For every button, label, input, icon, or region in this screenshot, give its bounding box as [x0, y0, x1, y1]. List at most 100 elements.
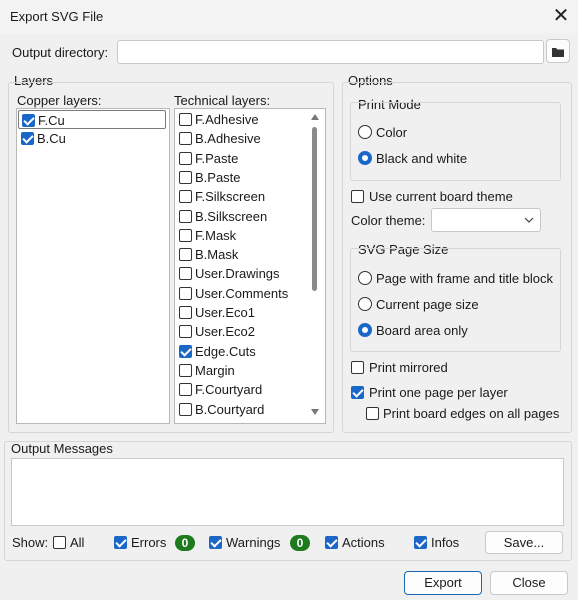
board-edges-label[interactable]: Print board edges on all pages	[383, 406, 559, 421]
radio-board-area-label[interactable]: Board area only	[376, 323, 468, 338]
color-theme-label: Color theme:	[351, 213, 426, 228]
layer-name: F.Silkscreen	[195, 189, 266, 205]
show-errors-label[interactable]: Errors	[131, 535, 166, 550]
layer-list-item[interactable]: Margin	[176, 361, 306, 380]
layer-list-item[interactable]: F.Mask	[176, 226, 306, 245]
board-edges-checkbox[interactable]	[366, 407, 379, 420]
layer-checkbox[interactable]	[179, 267, 192, 281]
radio-current-page-label[interactable]: Current page size	[376, 297, 479, 312]
layer-checkbox[interactable]	[179, 228, 192, 242]
show-infos-label[interactable]: Infos	[431, 535, 459, 550]
layer-list-item[interactable]: B.Adhesive	[176, 129, 306, 148]
scroll-down-icon[interactable]	[311, 409, 319, 415]
technical-layers-list[interactable]: F.Adhesive B.Adhesive F.Paste B.Paste F.Silk…	[174, 108, 326, 424]
use-board-theme-label[interactable]: Use current board theme	[369, 189, 513, 204]
use-board-theme-checkbox[interactable]	[351, 190, 364, 203]
layer-name: B.Silkscreen	[195, 208, 268, 224]
radio-page-frame[interactable]	[358, 271, 372, 285]
show-all-label[interactable]: All	[70, 535, 84, 550]
one-page-per-layer-label[interactable]: Print one page per layer	[369, 385, 508, 400]
show-all-checkbox[interactable]	[53, 536, 66, 549]
layer-list-item[interactable]: B.Courtyard	[176, 400, 306, 419]
layer-name: B.Cu	[37, 131, 66, 147]
layer-list-item[interactable]: Edge.Cuts	[176, 342, 306, 361]
copper-layers-label: Copper layers:	[17, 93, 102, 108]
layer-name: B.Paste	[195, 169, 241, 185]
radio-black-white-label[interactable]: Black and white	[376, 151, 467, 166]
browse-folder-button[interactable]	[546, 39, 570, 63]
layer-checkbox[interactable]	[179, 402, 192, 416]
export-button[interactable]: Export	[404, 571, 482, 595]
layer-checkbox[interactable]	[179, 190, 192, 204]
layer-list-item[interactable]: User.Eco1	[176, 303, 306, 322]
layer-checkbox[interactable]	[179, 325, 192, 339]
layer-list-item[interactable]: F.Adhesive	[176, 110, 306, 129]
layer-list-item[interactable]: B.Cu	[18, 129, 166, 148]
close-button[interactable]: Close	[490, 571, 568, 595]
radio-black-white[interactable]	[358, 151, 372, 165]
layer-list-item[interactable]: B.Silkscreen	[176, 207, 306, 226]
chevron-down-icon	[524, 217, 534, 223]
layer-list-item[interactable]: F.Cu	[18, 110, 166, 129]
layer-checkbox[interactable]	[179, 170, 192, 184]
print-mirrored-label[interactable]: Print mirrored	[369, 360, 448, 375]
one-page-per-layer-checkbox[interactable]	[351, 386, 364, 399]
layer-checkbox[interactable]	[179, 363, 192, 377]
layer-checkbox[interactable]	[179, 209, 192, 223]
layer-checkbox[interactable]	[22, 114, 35, 127]
technical-layers-label: Technical layers:	[174, 93, 271, 108]
folder-icon	[552, 48, 564, 57]
close-icon[interactable]: ✕	[548, 2, 574, 30]
layer-name: User.Eco2	[195, 324, 255, 340]
errors-count-badge: 0	[175, 535, 195, 551]
layer-checkbox[interactable]	[179, 132, 192, 146]
layer-name: User.Drawings	[195, 266, 280, 282]
save-messages-button[interactable]: Save...	[485, 531, 563, 554]
show-actions-checkbox[interactable]	[325, 536, 338, 549]
layer-checkbox[interactable]	[179, 306, 192, 319]
layer-checkbox[interactable]	[179, 151, 192, 165]
technical-layers-scrollbar[interactable]	[307, 109, 323, 421]
radio-board-area[interactable]	[358, 323, 372, 337]
layer-checkbox[interactable]	[21, 132, 34, 146]
layer-name: F.Courtyard	[195, 382, 263, 398]
layer-checkbox[interactable]	[179, 113, 192, 126]
radio-color[interactable]	[358, 125, 372, 139]
layer-list-item[interactable]: User.Drawings	[176, 264, 306, 283]
layer-list-item[interactable]: User.Comments	[176, 284, 306, 303]
radio-current-page[interactable]	[358, 297, 372, 311]
show-warnings-checkbox[interactable]	[209, 536, 222, 549]
layer-checkbox[interactable]	[179, 383, 192, 397]
scroll-up-icon[interactable]	[311, 114, 319, 120]
output-directory-label: Output directory:	[12, 45, 109, 60]
warnings-count-badge: 0	[290, 535, 310, 551]
output-directory-input[interactable]	[117, 40, 544, 64]
scrollbar-thumb[interactable]	[312, 127, 317, 291]
show-errors-checkbox[interactable]	[114, 536, 127, 549]
layer-list-item[interactable]: B.Mask	[176, 245, 306, 264]
radio-page-frame-label[interactable]: Page with frame and title block	[376, 271, 553, 286]
copper-layers-list[interactable]: F.Cu B.Cu	[16, 108, 170, 424]
layer-name: B.Courtyard	[195, 401, 265, 417]
layer-list-item[interactable]: B.Paste	[176, 168, 306, 187]
layer-name: F.Adhesive	[195, 112, 259, 127]
show-label: Show:	[12, 535, 49, 550]
layer-name: User.Comments	[195, 285, 289, 301]
window-title: Export SVG File	[10, 9, 104, 24]
output-messages-area[interactable]	[11, 458, 564, 526]
layer-checkbox[interactable]	[179, 286, 192, 300]
print-mirrored-checkbox[interactable]	[351, 361, 364, 374]
color-theme-select[interactable]	[431, 208, 541, 232]
layer-name: F.Cu	[38, 113, 65, 128]
radio-color-label[interactable]: Color	[376, 125, 407, 140]
show-actions-label[interactable]: Actions	[342, 535, 385, 550]
layer-name: Edge.Cuts	[195, 343, 256, 359]
layer-list-item[interactable]: F.Paste	[176, 149, 306, 168]
layer-list-item[interactable]: User.Eco2	[176, 322, 306, 341]
show-infos-checkbox[interactable]	[414, 536, 427, 549]
show-warnings-label[interactable]: Warnings	[226, 535, 280, 550]
layer-list-item[interactable]: F.Silkscreen	[176, 187, 306, 206]
layer-checkbox[interactable]	[179, 344, 192, 358]
layer-checkbox[interactable]	[179, 248, 192, 262]
layer-list-item[interactable]: F.Courtyard	[176, 380, 306, 399]
